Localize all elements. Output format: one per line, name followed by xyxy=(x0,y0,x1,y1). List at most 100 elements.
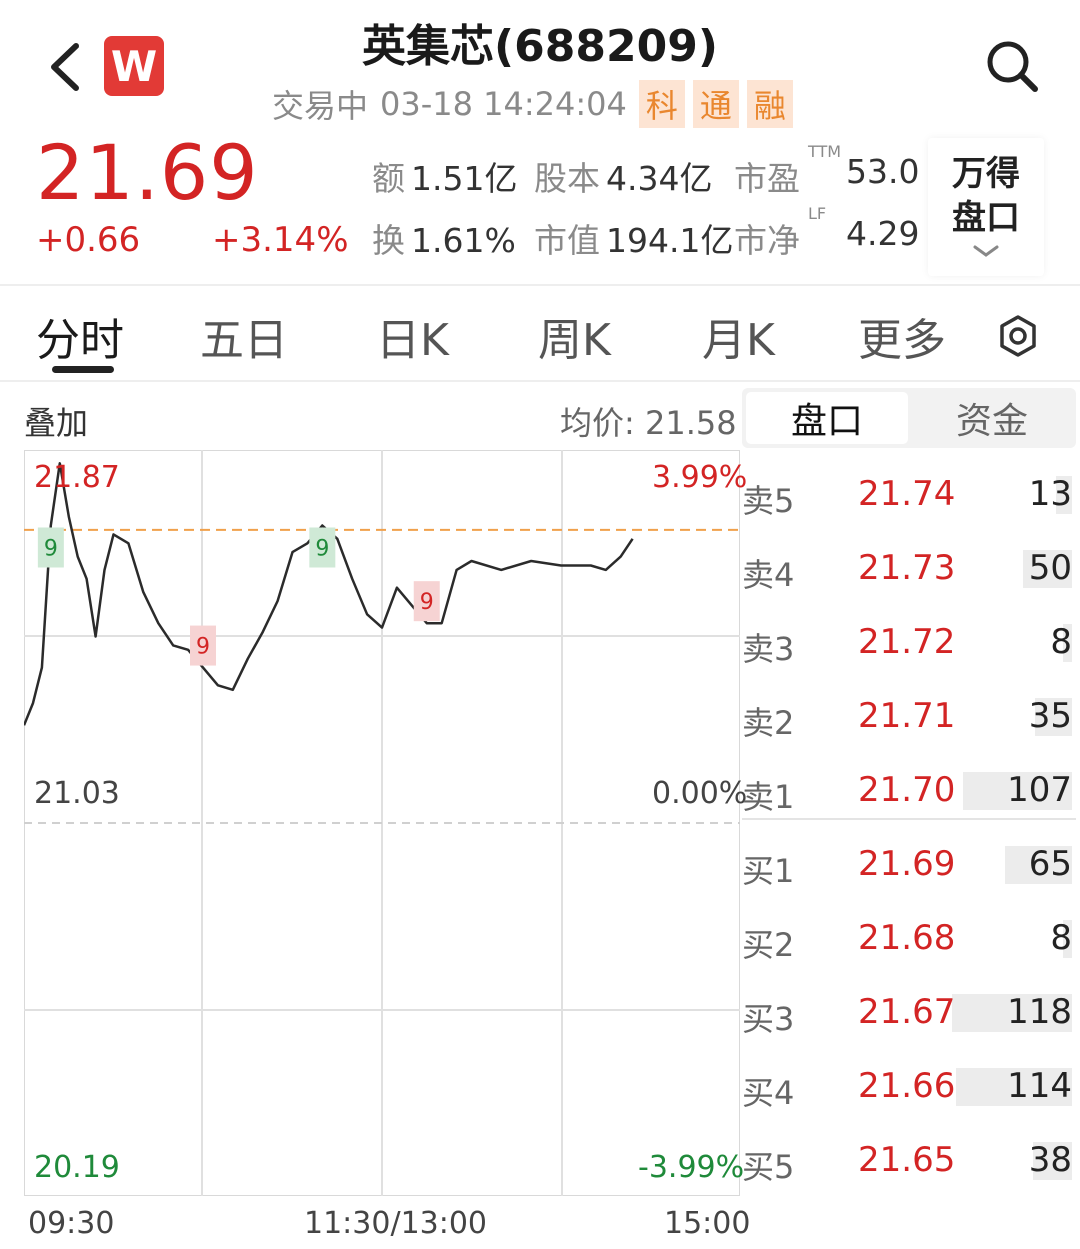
level-label: 卖4 xyxy=(742,556,795,594)
active-tab-indicator xyxy=(52,366,114,373)
level-price: 21.68 xyxy=(858,918,956,958)
pb-lf-superscript: LF xyxy=(808,204,827,223)
stat-pb-label: 市净 xyxy=(734,221,800,260)
td-sequential-sell-marker: 9 xyxy=(37,527,64,568)
level-label: 买1 xyxy=(742,852,795,890)
tab-five-day[interactable]: 五日 xyxy=(200,304,288,368)
y-ref-label: 21.03 xyxy=(34,776,120,811)
level-volume: 114 xyxy=(1007,1066,1072,1106)
level-volume: 65 xyxy=(1028,844,1072,884)
level-price: 21.65 xyxy=(858,1140,956,1180)
level-volume: 8 xyxy=(1050,918,1072,958)
tab-monthly-k[interactable]: 月K xyxy=(702,304,775,368)
tab-daily-k[interactable]: 日K xyxy=(376,304,449,368)
td-sequential-sell-marker: 9 xyxy=(309,527,336,568)
current-price: 21.69 xyxy=(36,128,259,217)
level-price: 21.66 xyxy=(858,1066,956,1106)
level-volume: 8 xyxy=(1050,622,1072,662)
level-label: 卖3 xyxy=(742,630,795,668)
y-min-label: 20.19 xyxy=(34,1150,120,1185)
segment-fund-flow[interactable]: 资金 xyxy=(912,392,1072,444)
level-volume: 13 xyxy=(1028,474,1072,514)
ask-row-5: 卖5 21.74 13 xyxy=(742,462,1076,536)
y-max-label: 21.87 xyxy=(34,460,120,495)
tab-intraday[interactable]: 分时 xyxy=(36,304,124,368)
time-label-close: 15:00 xyxy=(664,1206,751,1241)
wind-box-line1: 万得 xyxy=(952,154,1020,194)
stat-market-cap: 市值 194.1亿 xyxy=(534,221,734,260)
timestamp: 03-18 14:24:04 xyxy=(380,85,627,123)
bid-row-1: 买1 21.69 65 xyxy=(742,832,1076,906)
stat-pb-value: 4.29 xyxy=(846,214,920,253)
overlay-button[interactable]: 叠加 xyxy=(24,398,88,444)
average-price: 均价: 21.58 xyxy=(560,404,737,442)
marker-label: 9 xyxy=(44,536,58,561)
wind-box-line2: 盘口 xyxy=(952,198,1020,238)
level-label: 买3 xyxy=(742,1000,795,1038)
wind-orderbook-button[interactable]: 万得 盘口 xyxy=(928,138,1044,276)
level-price: 21.71 xyxy=(858,696,956,736)
stat-pe-value: 53.0 xyxy=(846,152,920,191)
level-volume: 107 xyxy=(1007,770,1072,810)
tag-margin: 融 xyxy=(746,80,793,128)
level-label: 卖2 xyxy=(742,704,795,742)
level-volume: 118 xyxy=(1007,992,1072,1032)
stock-title: 英集芯(688209) xyxy=(362,21,718,72)
trading-status-row: 交易中 03-18 14:24:04 科 通 融 xyxy=(272,80,793,128)
level-label: 买2 xyxy=(742,926,795,964)
level-price: 21.69 xyxy=(858,844,956,884)
ask-row-3: 卖3 21.72 8 xyxy=(742,610,1076,684)
price-change-pct: +3.14% xyxy=(212,220,349,260)
level-volume: 38 xyxy=(1028,1140,1072,1180)
divider xyxy=(0,284,1080,286)
tag-star-market: 科 xyxy=(638,80,685,128)
intraday-chart[interactable]: 9 9 9 9 xyxy=(24,450,740,1196)
level-price: 21.70 xyxy=(858,770,956,810)
level-label: 卖5 xyxy=(742,482,795,520)
back-arrow-icon[interactable] xyxy=(44,40,88,94)
stat-turnover: 换 1.61% xyxy=(372,221,516,260)
level-price: 21.72 xyxy=(858,622,956,662)
marker-label: 9 xyxy=(420,590,434,615)
ask-row-2: 卖2 21.71 35 xyxy=(742,684,1076,758)
chevron-down-icon xyxy=(973,245,999,257)
level-price: 21.67 xyxy=(858,992,956,1032)
td-sequential-buy-marker: 9 xyxy=(413,581,440,622)
y-min-pct-label: -3.99% xyxy=(638,1150,745,1185)
price-change: +0.66 xyxy=(36,220,141,260)
level-volume: 35 xyxy=(1028,696,1072,736)
wind-logo-icon[interactable]: W xyxy=(104,36,164,96)
ask-row-1: 卖1 21.70 107 xyxy=(742,758,1076,832)
level-volume: 50 xyxy=(1028,548,1072,588)
stat-share-capital: 股本 4.34亿 xyxy=(534,159,713,198)
ask-row-4: 卖4 21.73 50 xyxy=(742,536,1076,610)
bid-row-3: 买3 21.67 118 xyxy=(742,980,1076,1054)
y-ref-pct-label: 0.00% xyxy=(652,776,748,811)
level-price: 21.73 xyxy=(858,548,956,588)
level-label: 卖1 xyxy=(742,778,795,816)
segment-orderbook[interactable]: 盘口 xyxy=(746,392,908,444)
order-book-divider xyxy=(742,818,1076,820)
panel-segment-control: 盘口 资金 xyxy=(742,388,1076,448)
td-sequential-buy-marker: 9 xyxy=(190,625,216,666)
stat-pe-label: 市盈 xyxy=(734,159,800,198)
time-label-open: 09:30 xyxy=(28,1206,115,1241)
level-label: 买5 xyxy=(742,1148,795,1186)
bid-row-4: 买4 21.66 114 xyxy=(742,1054,1076,1128)
level-label: 买4 xyxy=(742,1074,795,1112)
tag-connect: 通 xyxy=(692,80,739,128)
settings-gear-icon[interactable] xyxy=(996,314,1040,358)
price-line xyxy=(24,462,634,726)
pe-ttm-superscript: TTM xyxy=(808,142,842,161)
level-price: 21.74 xyxy=(858,474,956,514)
tab-more[interactable]: 更多 xyxy=(858,304,946,368)
tab-weekly-k[interactable]: 周K xyxy=(538,304,611,368)
marker-label: 9 xyxy=(315,536,329,561)
bid-row-5: 买5 21.65 38 xyxy=(742,1128,1076,1202)
search-icon[interactable] xyxy=(984,38,1040,94)
y-max-pct-label: 3.99% xyxy=(652,460,748,495)
bid-row-2: 买2 21.68 8 xyxy=(742,906,1076,980)
trading-status: 交易中 xyxy=(272,87,369,125)
stat-amount: 额 1.51亿 xyxy=(372,159,518,198)
divider xyxy=(0,380,1080,382)
